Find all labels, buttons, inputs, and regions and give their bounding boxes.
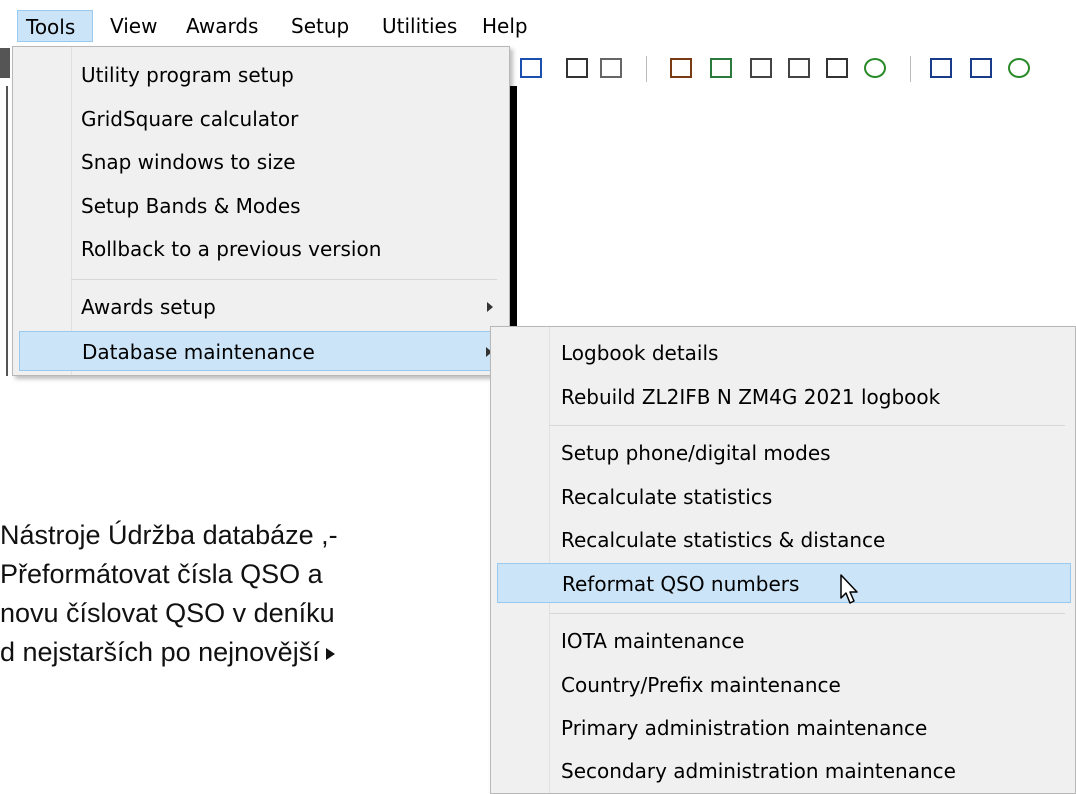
menu-item-secondary-admin[interactable]: Secondary administration maintenance (497, 751, 1071, 791)
menu-item-gridsquare[interactable]: GridSquare calculator (19, 99, 503, 139)
tools-menu: Utility program setup GridSquare calcula… (12, 46, 510, 376)
submenu-arrow-icon (487, 302, 493, 312)
menu-setup[interactable]: Setup (283, 10, 357, 42)
menu-tools[interactable]: Tools (17, 10, 93, 42)
menu-bar: Tools View Awards Setup Utilities Help (0, 0, 1076, 44)
menu-separator (549, 425, 1065, 426)
globe-icon[interactable] (864, 58, 886, 78)
document-icon[interactable] (750, 58, 772, 78)
caption-line: Přeformátovat čísla QSO a (0, 559, 323, 589)
menu-awards[interactable]: Awards (178, 10, 266, 42)
toolbar-separator (646, 56, 647, 82)
menu-help[interactable]: Help (474, 10, 536, 42)
caption-line: d nejstarších po nejnovější (0, 633, 440, 672)
menu-item-iota-maintenance[interactable]: IOTA maintenance (497, 621, 1071, 661)
mouse-pointer-icon (840, 574, 858, 604)
arrow-icon[interactable] (520, 58, 542, 78)
menu-item-awards-setup[interactable]: Awards setup (19, 287, 503, 327)
caption-line-text: d nejstarších po nejnovější (0, 637, 320, 667)
menu-item-logbook-details[interactable]: Logbook details (497, 333, 1071, 373)
menu-item-label: Awards setup (81, 295, 216, 319)
menu-item-bands-modes[interactable]: Setup Bands & Modes (19, 186, 503, 226)
grid-icon[interactable] (670, 58, 692, 78)
menu-separator (71, 279, 497, 280)
database-maintenance-submenu: Logbook details Rebuild ZL2IFB N ZM4G 20… (490, 326, 1076, 794)
menu-item-rollback[interactable]: Rollback to a previous version (19, 229, 503, 269)
database-icon[interactable] (930, 58, 952, 78)
text-icon[interactable] (600, 58, 622, 78)
toolbar-separator (910, 56, 911, 82)
annotation-caption: Nástroje Údržba databáze ,- Přeformátova… (0, 516, 440, 672)
menu-item-utility-setup[interactable]: Utility program setup (19, 55, 503, 95)
menu-item-primary-admin[interactable]: Primary administration maintenance (497, 708, 1071, 748)
menu-separator (549, 613, 1065, 614)
menu-item-recalculate-statistics-distance[interactable]: Recalculate statistics & distance (497, 520, 1071, 560)
menu-item-snap-windows[interactable]: Snap windows to size (19, 142, 503, 182)
toolbar (500, 48, 1076, 86)
menu-item-phone-digital-modes[interactable]: Setup phone/digital modes (497, 433, 1071, 473)
menu-item-database-maintenance[interactable]: Database maintenance (19, 331, 503, 371)
menu-item-recalculate-statistics[interactable]: Recalculate statistics (497, 477, 1071, 517)
menu-view[interactable]: View (102, 10, 165, 42)
menu-utilities[interactable]: Utilities (374, 10, 465, 42)
menu-item-label: Database maintenance (82, 340, 315, 364)
table-icon[interactable] (970, 58, 992, 78)
chart-icon[interactable] (826, 58, 848, 78)
window-frame (6, 86, 8, 376)
play-arrow-icon (325, 647, 335, 660)
caption-line: Nástroje Údržba databáze ,- (0, 520, 338, 550)
toolbar-fragment (0, 48, 10, 78)
caption-line: novu číslovat QSO v deníku (0, 598, 335, 628)
refresh-icon[interactable] (1008, 58, 1030, 78)
window-icon[interactable] (566, 58, 588, 78)
menu-item-rebuild-logbook[interactable]: Rebuild ZL2IFB N ZM4G 2021 logbook (497, 377, 1071, 417)
menu-item-country-prefix[interactable]: Country/Prefix maintenance (497, 665, 1071, 705)
print-icon[interactable] (788, 58, 810, 78)
menu-item-reformat-qso-numbers[interactable]: Reformat QSO numbers (497, 563, 1071, 603)
map-icon[interactable] (710, 58, 732, 78)
